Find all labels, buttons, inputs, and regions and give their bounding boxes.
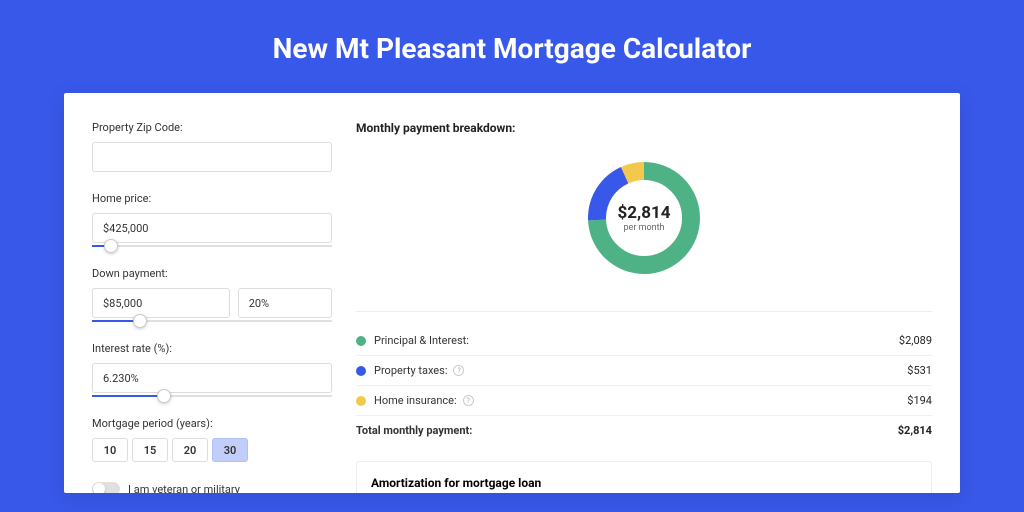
- down-payment-slider[interactable]: [92, 320, 332, 322]
- veteran-label: I am veteran or military: [128, 483, 240, 494]
- slider-handle[interactable]: [104, 239, 118, 253]
- legend-dot: [356, 366, 366, 376]
- legend-value: $194: [907, 394, 932, 407]
- interest-field: Interest rate (%):: [92, 342, 332, 397]
- period-label: Mortgage period (years):: [92, 417, 332, 430]
- legend-row: Principal & Interest: $2,089: [356, 326, 932, 356]
- help-icon[interactable]: ?: [453, 365, 464, 376]
- form-panel: Property Zip Code: Home price: Down paym…: [92, 121, 332, 493]
- home-price-field: Home price:: [92, 192, 332, 247]
- home-price-input[interactable]: [92, 213, 332, 243]
- veteran-row: I am veteran or military: [92, 482, 332, 493]
- help-icon[interactable]: ?: [463, 395, 474, 406]
- period-btn-15[interactable]: 15: [132, 438, 168, 462]
- donut-center: $2,814 per month: [618, 203, 671, 233]
- slider-fill: [92, 395, 164, 397]
- down-payment-field: Down payment:: [92, 267, 332, 322]
- down-payment-label: Down payment:: [92, 267, 332, 280]
- donut-chart: $2,814 per month: [583, 157, 705, 279]
- amortization-title: Amortization for mortgage loan: [371, 476, 917, 490]
- interest-label: Interest rate (%):: [92, 342, 332, 355]
- period-field: Mortgage period (years): 10152030: [92, 417, 332, 462]
- donut-value: $2,814: [618, 203, 671, 223]
- legend-row: Home insurance:? $194: [356, 386, 932, 416]
- breakdown-title: Monthly payment breakdown:: [356, 121, 932, 135]
- donut-sub: per month: [618, 223, 671, 233]
- down-payment-pct-input[interactable]: [238, 288, 332, 318]
- legend-value: $531: [907, 364, 932, 377]
- total-value: $2,814: [898, 424, 932, 437]
- period-btn-20[interactable]: 20: [172, 438, 208, 462]
- calculator-card: Property Zip Code: Home price: Down paym…: [64, 93, 960, 493]
- home-price-slider[interactable]: [92, 245, 332, 247]
- period-btn-10[interactable]: 10: [92, 438, 128, 462]
- legend-dot: [356, 336, 366, 346]
- zip-input[interactable]: [92, 142, 332, 172]
- period-btn-30[interactable]: 30: [212, 438, 248, 462]
- total-label: Total monthly payment:: [356, 424, 472, 437]
- slider-handle[interactable]: [157, 389, 171, 403]
- breakdown-panel: Monthly payment breakdown: $2,814 per mo…: [356, 121, 932, 493]
- legend-label: Home insurance:: [374, 394, 457, 407]
- amortization-box: Amortization for mortgage loan Amortizat…: [356, 461, 932, 493]
- legend-value: $2,089: [899, 334, 932, 347]
- legend-row: Property taxes:? $531: [356, 356, 932, 386]
- down-payment-input[interactable]: [92, 288, 230, 318]
- home-price-label: Home price:: [92, 192, 332, 205]
- veteran-toggle[interactable]: [92, 482, 120, 493]
- zip-label: Property Zip Code:: [92, 121, 332, 134]
- period-buttons: 10152030: [92, 438, 332, 462]
- toggle-knob: [93, 483, 105, 493]
- legend-label: Principal & Interest:: [374, 334, 469, 347]
- legend-total-row: Total monthly payment: $2,814: [356, 416, 932, 445]
- legend-dot: [356, 396, 366, 406]
- interest-slider[interactable]: [92, 395, 332, 397]
- donut-chart-wrap: $2,814 per month: [356, 149, 932, 297]
- slider-handle[interactable]: [133, 314, 147, 328]
- legend-label: Property taxes:: [374, 364, 447, 377]
- divider: [356, 311, 932, 312]
- interest-input[interactable]: [92, 363, 332, 393]
- zip-field: Property Zip Code:: [92, 121, 332, 172]
- legend: Principal & Interest: $2,089 Property taxe…: [356, 326, 932, 445]
- page-title: New Mt Pleasant Mortgage Calculator: [0, 0, 1024, 93]
